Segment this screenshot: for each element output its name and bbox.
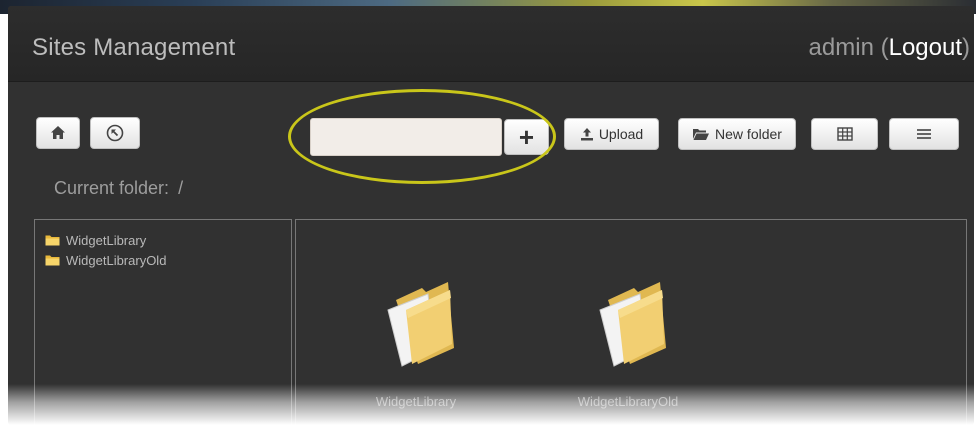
folder-icon: [387, 282, 454, 367]
screenshot-frame: Sites Management admin (Logout) + Upload…: [0, 0, 976, 425]
user-area: admin (Logout): [808, 34, 970, 61]
folder-tile-label: WidgetLibrary: [375, 394, 457, 409]
tree-item-label: WidgetLibrary: [66, 232, 147, 248]
folder-tile[interactable]: WidgetLibraryOld: [548, 280, 708, 420]
folder-icon: [599, 282, 666, 367]
list-view-button[interactable]: [889, 118, 959, 150]
new-folder-button-label: New folder: [715, 126, 782, 142]
tree-item-label: WidgetLibraryOld: [66, 252, 167, 268]
tree-item[interactable]: WidgetLibrary: [45, 232, 146, 248]
circle-arrow-up-left-icon: [106, 124, 124, 142]
current-folder-path: /: [178, 178, 184, 198]
add-button[interactable]: +: [504, 119, 549, 155]
logout-link[interactable]: Logout: [889, 34, 962, 61]
file-browser-panel: WidgetLibrary WidgetLibraryOld: [295, 219, 967, 425]
app-title: Sites Management: [32, 34, 236, 61]
header-bar: Sites Management admin (Logout): [8, 6, 974, 82]
upload-button-label: Upload: [598, 126, 644, 142]
home-button[interactable]: [36, 117, 80, 149]
current-folder-indicator: Current folder: /: [54, 178, 183, 199]
grid-view-button[interactable]: [811, 118, 878, 150]
upload-icon: [580, 128, 593, 141]
upload-button[interactable]: Upload: [564, 118, 659, 150]
parent-folder-button[interactable]: [90, 117, 140, 149]
list-view-icon: [917, 129, 931, 139]
new-folder-name-input[interactable]: [310, 118, 502, 156]
tree-item[interactable]: WidgetLibraryOld: [45, 252, 166, 268]
current-folder-label: Current folder:: [54, 178, 170, 198]
folder-tile[interactable]: WidgetLibrary: [336, 280, 496, 420]
app-window: Sites Management admin (Logout) + Upload…: [8, 6, 974, 425]
grid-view-icon: [836, 127, 853, 141]
folder-tree-panel: WidgetLibrary WidgetLibraryOld: [34, 219, 292, 425]
open-folder-icon: [693, 129, 710, 140]
folder-icon: [45, 235, 60, 246]
folder-icon: [45, 255, 60, 266]
new-folder-button[interactable]: New folder: [678, 118, 796, 150]
username-label: admin: [808, 34, 874, 61]
home-icon: [51, 126, 65, 139]
folder-tile-label: WidgetLibraryOld: [577, 394, 679, 409]
